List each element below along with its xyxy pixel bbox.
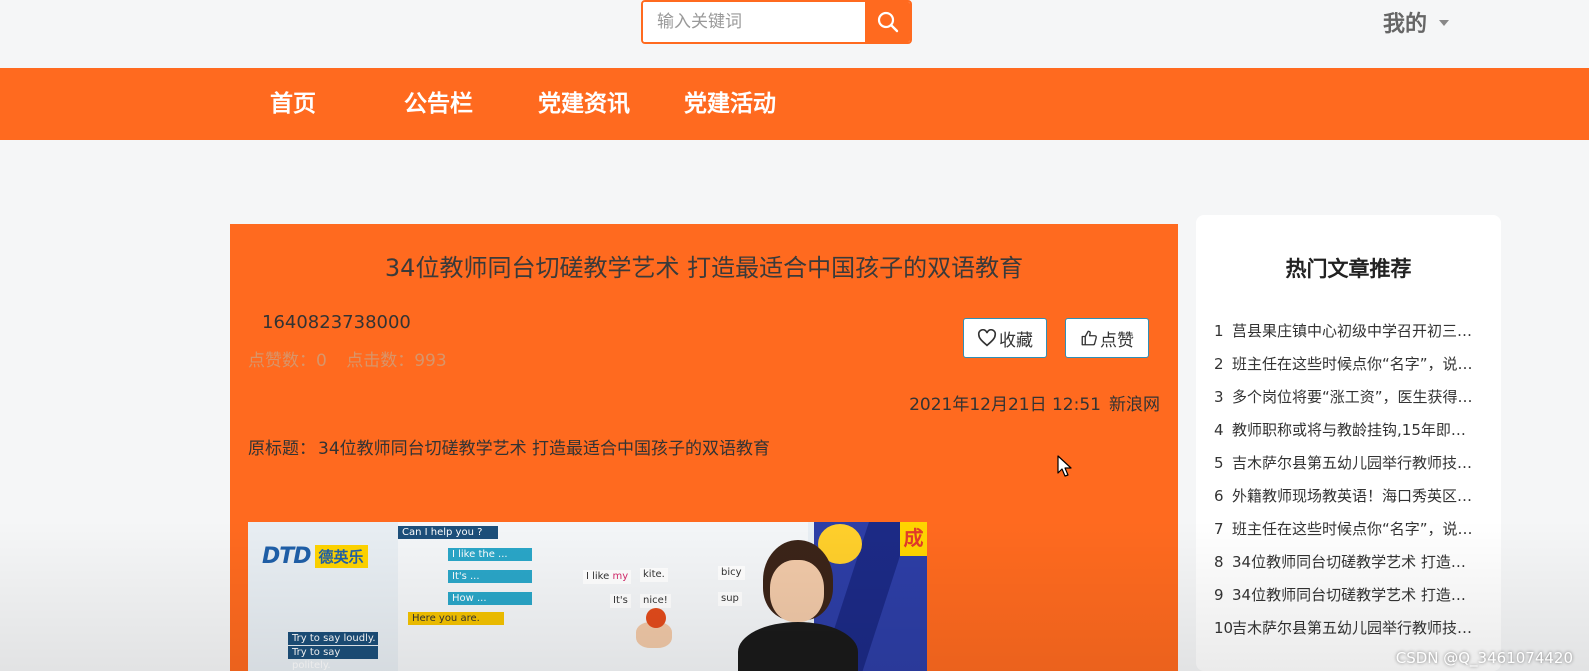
item-number: 1 bbox=[1214, 322, 1224, 340]
like-label: 点赞 bbox=[1100, 330, 1134, 351]
item-title: 班主任在这些时候点你“名字”，说明你在他心中 bbox=[1232, 520, 1474, 538]
original-title: 原标题： 34位教师同台切磋教学艺术 打造最适合中国孩子的双语教育 bbox=[248, 434, 770, 459]
article-panel: 34位教师同台切磋教学艺术 打造最适合中国孩子的双语教育 16408237380… bbox=[230, 224, 1178, 671]
search-icon bbox=[877, 11, 898, 33]
list-item[interactable]: 9 34位教师同台切磋教学艺术 打造最适合中国孩子的双语教育 bbox=[1214, 583, 1479, 616]
item-title: 外籍教师现场教英语！海口秀英区举行活动 bbox=[1232, 487, 1474, 505]
board-line: Try to say loudly. bbox=[288, 632, 378, 645]
like-button[interactable]: 点赞 bbox=[1065, 318, 1149, 358]
item-title: 多个岗位将要“涨工资”，医生获得感提升 bbox=[1232, 388, 1474, 406]
favorite-button[interactable]: 收藏 bbox=[963, 318, 1047, 358]
article-source: 新浪网 bbox=[1109, 395, 1160, 415]
nav-item-party-activities[interactable]: 党建活动 bbox=[684, 68, 776, 140]
user-menu[interactable]: 我的 bbox=[1383, 6, 1450, 38]
board-line: Try to say politely. bbox=[288, 646, 378, 671]
favorite-label: 收藏 bbox=[999, 330, 1033, 351]
article-meta: 2021年12月21日 12:51 新浪网 bbox=[909, 390, 1160, 415]
board-card-text: I like bbox=[586, 571, 610, 582]
list-item[interactable]: 7 班主任在这些时候点你“名字”，说明你在他心中 bbox=[1214, 517, 1479, 550]
item-number: 6 bbox=[1214, 487, 1224, 505]
board-line: How ... bbox=[448, 592, 532, 605]
list-item[interactable]: 4 教师职称或将与教龄挂钩,15年即可评高级 bbox=[1214, 418, 1479, 451]
top-bar: 我的 bbox=[0, 0, 1589, 68]
original-title-prefix: 原标题： bbox=[248, 439, 316, 459]
article-title: 34位教师同台切磋教学艺术 打造最适合中国孩子的双语教育 bbox=[384, 254, 1024, 282]
hot-articles-list: 1 莒县果庄镇中心初级中学召开初三年级家长会 2 班主任在这些时候点你“名字”，说明… bbox=[1214, 319, 1479, 649]
search-button[interactable] bbox=[865, 2, 910, 42]
apple bbox=[646, 608, 666, 628]
list-item[interactable]: 10吉木萨尔县第五幼儿园举行教师技能大赛 bbox=[1214, 616, 1479, 649]
item-number: 8 bbox=[1214, 553, 1224, 571]
user-menu-label: 我的 bbox=[1383, 12, 1428, 37]
item-title: 吉木萨尔县第五幼儿园举行教师技能大赛 bbox=[1232, 619, 1474, 637]
item-number: 7 bbox=[1214, 520, 1224, 538]
item-number: 3 bbox=[1214, 388, 1224, 406]
nav-item-bulletin[interactable]: 公告栏 bbox=[404, 68, 473, 140]
likes-count: 点赞数：0 bbox=[248, 351, 327, 371]
logo-cn: 德英乐 bbox=[314, 544, 368, 568]
heart-icon bbox=[977, 329, 997, 347]
item-number: 4 bbox=[1214, 421, 1224, 439]
board-line: Here you are. bbox=[408, 612, 504, 625]
board-card: It's bbox=[610, 594, 631, 608]
logo-mark: DTD bbox=[262, 543, 312, 569]
article-image: DTD 德英乐 Can I help you ? I like the ... … bbox=[248, 522, 927, 671]
board-line: I like the ... bbox=[448, 548, 532, 561]
article-stats: 点赞数：0 点击数：993 bbox=[248, 346, 461, 371]
hot-articles-sidebar: 热门文章推荐 1 莒县果庄镇中心初级中学召开初三年级家长会 2 班主任在这些时候点你… bbox=[1196, 215, 1501, 671]
search-box bbox=[641, 0, 912, 44]
list-item[interactable]: 8 34位教师同台切磋教学艺术 打造最适合中国孩子的双语教育 bbox=[1214, 550, 1479, 583]
item-title: 莒县果庄镇中心初级中学召开初三年级家长会 bbox=[1232, 322, 1474, 340]
item-title: 教师职称或将与教龄挂钩,15年即可评高级 bbox=[1232, 421, 1474, 439]
caret-down-icon bbox=[1439, 20, 1450, 26]
list-item[interactable]: 6 外籍教师现场教英语！海口秀英区举行活动 bbox=[1214, 484, 1479, 517]
item-title: 班主任在这些时候点你“名字”，说明你在他心中 bbox=[1232, 355, 1474, 373]
original-title-text: 34位教师同台切磋教学艺术 打造最适合中国孩子的双语教育 bbox=[318, 439, 771, 459]
dtd-logo: DTD 德英乐 bbox=[262, 542, 390, 570]
mouse-cursor-icon bbox=[1057, 455, 1072, 477]
list-item[interactable]: 3 多个岗位将要“涨工资”，医生获得感提升 bbox=[1214, 385, 1479, 418]
board-card: nice! bbox=[640, 594, 671, 608]
nav-item-party-news[interactable]: 党建资讯 bbox=[538, 68, 630, 140]
article-datetime: 2021年12月21日 12:51 bbox=[909, 395, 1101, 415]
thumbs-up-icon bbox=[1081, 330, 1097, 346]
list-item[interactable]: 2 班主任在这些时候点你“名字”，说明你在他心中 bbox=[1214, 352, 1479, 385]
board-card: bicy bbox=[718, 566, 745, 580]
board-line: It's ... bbox=[448, 570, 532, 583]
item-title: 吉木萨尔县第五幼儿园举行教师技能大赛 bbox=[1232, 454, 1474, 472]
corner-character: 成 bbox=[900, 522, 927, 556]
item-number: 5 bbox=[1214, 454, 1224, 472]
list-item[interactable]: 5 吉木萨尔县第五幼儿园举行教师技能大赛 bbox=[1214, 451, 1479, 484]
watermark: CSDN @Q_3461074420 bbox=[1395, 649, 1573, 667]
item-title: 34位教师同台切磋教学艺术 打造最适合中国孩子的双语教育 bbox=[1232, 586, 1474, 604]
search-input[interactable] bbox=[643, 2, 865, 42]
clicks-count: 点击数：993 bbox=[346, 351, 447, 371]
board-card: I like my bbox=[583, 570, 632, 584]
board-line: Can I help you ? bbox=[398, 526, 498, 539]
sidebar-title: 热门文章推荐 bbox=[1285, 257, 1412, 281]
list-item[interactable]: 1 莒县果庄镇中心初级中学召开初三年级家长会 bbox=[1214, 319, 1479, 352]
item-number: 2 bbox=[1214, 355, 1224, 373]
article-id: 1640823738000 bbox=[262, 312, 411, 333]
item-title: 34位教师同台切磋教学艺术 打造最适合中国孩子的双语教育 bbox=[1232, 553, 1474, 571]
board-card: kite. bbox=[640, 568, 668, 582]
board-card-text: my bbox=[612, 571, 629, 582]
item-number: 9 bbox=[1214, 586, 1224, 604]
nav-item-home[interactable]: 首页 bbox=[270, 68, 316, 140]
item-number: 10 bbox=[1214, 619, 1234, 637]
board-card: sup bbox=[718, 592, 742, 606]
main-nav: 首页 公告栏 党建资讯 党建活动 bbox=[0, 68, 1589, 140]
teacher-face bbox=[770, 560, 824, 622]
